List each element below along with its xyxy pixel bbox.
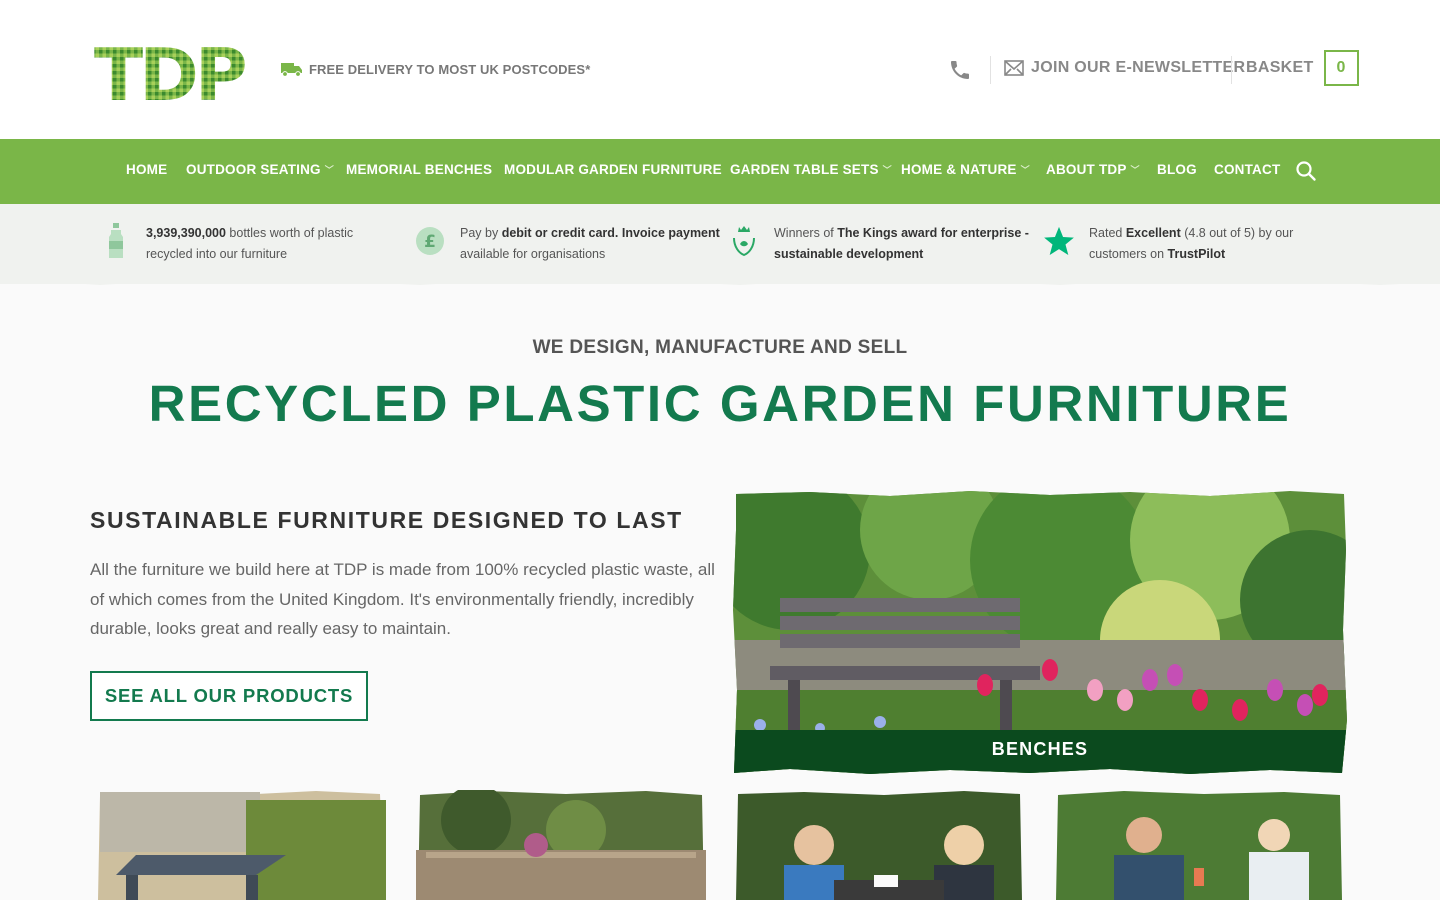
kings-award-icon	[728, 223, 760, 259]
chevron-down-icon: ﹀	[882, 165, 892, 175]
envelope-icon	[1004, 60, 1024, 76]
usp-bottles: 3,939,390,000 bottles worth of plastic r…	[100, 223, 353, 265]
basket-label: BASKET	[1246, 59, 1314, 76]
basket-link[interactable]: BASKET 0	[1246, 50, 1359, 86]
intro-paragraph: All the furniture we build here at TDP i…	[90, 560, 715, 638]
nav-item-memorial-benches[interactable]: MEMORIAL BENCHES	[346, 162, 492, 177]
trustpilot-star-icon	[1043, 223, 1075, 259]
tdp-logo[interactable]: TDP	[92, 36, 248, 106]
svg-text:TDP: TDP	[94, 36, 245, 106]
nav-label: HOME & NATURE	[901, 162, 1017, 177]
nav-label: MEMORIAL BENCHES	[346, 162, 493, 177]
nav-label: ABOUT TDP	[1046, 162, 1127, 177]
usp-text-bold: sustainable development	[774, 247, 924, 261]
usp-kings-award: Winners of The Kings award for enterpris…	[728, 223, 1029, 265]
usp-text: recycled into our furniture	[146, 247, 288, 261]
free-delivery-notice: FREE DELIVERY TO MOST UK POSTCODES*	[281, 61, 590, 77]
nav-item-modular-garden-furniture[interactable]: MODULAR GARDEN FURNITURE	[504, 162, 722, 177]
usp-text: Winners of	[774, 226, 838, 240]
nav-label: OUTDOOR SEATING	[186, 162, 321, 177]
nav-item-about-tdp[interactable]: ABOUT TDP ﹀	[1046, 162, 1140, 177]
nav-label: MODULAR GARDEN FURNITURE	[504, 162, 722, 177]
usp-text-bold: TrustPilot	[1167, 247, 1226, 261]
header-divider	[1231, 56, 1232, 84]
nav-item-blog[interactable]: BLOG	[1157, 162, 1197, 177]
usp-bottles-count: 3,939,390,000	[146, 226, 226, 240]
nav-label: CONTACT	[1214, 162, 1281, 177]
nav-label: GARDEN TABLE SETS	[730, 162, 879, 177]
nav-item-contact[interactable]: CONTACT	[1214, 162, 1280, 177]
usp-payment: £ Pay by debit or credit card. Invoice p…	[414, 223, 720, 265]
page-title: RECYCLED PLASTIC GARDEN FURNITURE	[148, 375, 1292, 432]
svg-text:£: £	[424, 232, 436, 252]
delivery-text: FREE DELIVERY TO MOST UK POSTCODES*	[309, 61, 591, 77]
nav-label: BLOG	[1157, 162, 1197, 177]
usp-text: available for organisations	[460, 247, 606, 261]
newsletter-link[interactable]: JOIN OUR E-NEWSLETTER	[1004, 59, 1245, 77]
usp-text-bold: debit or credit card. Invoice payment	[501, 226, 720, 240]
picnic-tables-card[interactable]	[96, 790, 386, 900]
planters-card[interactable]	[416, 790, 706, 900]
usp-text: Pay by	[460, 226, 502, 240]
usp-text-bold: Excellent	[1125, 226, 1181, 240]
nav-item-garden-table-sets[interactable]: GARDEN TABLE SETS ﹀	[730, 162, 892, 177]
chevron-down-icon: ﹀	[1020, 165, 1030, 175]
nav-label: HOME	[126, 162, 168, 177]
header-divider	[990, 56, 991, 84]
garden-table-sets-card[interactable]	[1054, 790, 1344, 900]
torn-paper-edge	[0, 276, 1440, 285]
site-header: TDP FREE DELIVERY TO MOST UK POSTCODES* …	[0, 0, 1440, 139]
usp-text: Rated	[1089, 226, 1126, 240]
usp-text-bold: The Kings award for enterprise -	[837, 226, 1029, 240]
usp-text: customers on	[1089, 247, 1168, 261]
phone-icon[interactable]	[948, 58, 972, 82]
usp-text: bottles worth of plastic	[225, 226, 354, 240]
chevron-down-icon: ﹀	[1130, 165, 1140, 175]
bottle-icon	[100, 223, 132, 259]
delivery-truck-icon	[281, 63, 302, 77]
see-all-products-button[interactable]: SEE ALL OUR PRODUCTS	[90, 671, 368, 721]
basket-count: 0	[1323, 50, 1359, 86]
main-navigation: HOME OUTDOOR SEATING ﹀ MEMORIAL BENCHES …	[0, 139, 1440, 204]
newsletter-label: JOIN OUR E-NEWSLETTER	[1031, 59, 1246, 76]
nav-item-outdoor-seating[interactable]: OUTDOOR SEATING ﹀	[186, 162, 334, 177]
memorial-benches-card[interactable]	[734, 790, 1024, 900]
usp-strip: 3,939,390,000 bottles worth of plastic r…	[0, 204, 1440, 284]
intro-heading: SUSTAINABLE FURNITURE DESIGNED TO LAST	[90, 507, 683, 533]
benches-label[interactable]: BENCHES	[730, 731, 1350, 767]
pound-icon: £	[414, 223, 446, 259]
hero-kicker: WE DESIGN, MANUFACTURE AND SELL	[532, 337, 908, 358]
usp-trustpilot: Rated Excellent (4.8 out of 5) by our cu…	[1043, 223, 1293, 265]
nav-item-home-and-nature[interactable]: HOME & NATURE ﹀	[901, 162, 1030, 177]
chevron-down-icon: ﹀	[324, 165, 334, 175]
search-icon[interactable]	[1295, 160, 1317, 182]
usp-text: (4.8 out of 5) by our	[1180, 226, 1294, 240]
nav-item-home[interactable]: HOME	[126, 162, 167, 177]
